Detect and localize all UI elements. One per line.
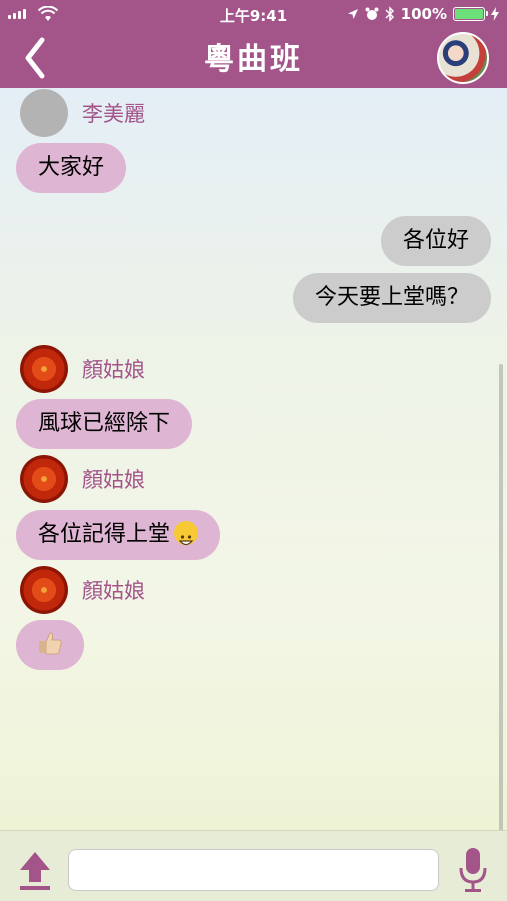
- sender-name: 顏姑娘: [82, 579, 145, 603]
- alarm-icon: [365, 7, 379, 20]
- sender-name: 顏姑娘: [82, 358, 145, 382]
- location-icon: [347, 9, 358, 19]
- message-text: 各位記得上堂: [38, 522, 171, 547]
- battery-icon: [453, 7, 488, 21]
- message-text: 風球已經除下: [38, 411, 171, 436]
- battery-percent: 100%: [400, 5, 447, 23]
- microphone-icon[interactable]: [458, 846, 488, 894]
- bluetooth-icon: [385, 6, 394, 22]
- thumbs-up-emoji: [39, 632, 62, 655]
- incoming-message-bubble[interactable]: 各位記得上堂: [16, 510, 221, 560]
- incoming-message-bubble[interactable]: [16, 620, 84, 670]
- top-bar: 上午9:41 100% 粵曲班: [0, 0, 507, 88]
- sender-row: 顏姑娘: [20, 455, 145, 503]
- group-avatar[interactable]: [437, 32, 489, 84]
- message-input[interactable]: [68, 849, 439, 891]
- incoming-message-bubble[interactable]: 風球已經除下: [16, 399, 193, 449]
- scrollbar[interactable]: [499, 364, 503, 830]
- status-bar: 上午9:41 100%: [0, 0, 507, 30]
- avatar[interactable]: [20, 345, 68, 393]
- avatar[interactable]: [20, 89, 68, 137]
- sender-row: 李美麗: [20, 89, 145, 137]
- incoming-message-bubble[interactable]: 大家好: [16, 143, 127, 193]
- chat-area[interactable]: 李美麗 大家好 各位好 今天要上堂嗎？ 顏姑娘 風球已經除下 顏姑娘 各位記得上…: [0, 88, 507, 830]
- chat-title: 粵曲班: [204, 42, 303, 77]
- message-text: 各位好: [402, 228, 469, 253]
- sender-row: 顏姑娘: [20, 566, 145, 614]
- upload-icon[interactable]: [17, 848, 53, 892]
- outgoing-message-bubble[interactable]: 各位好: [380, 216, 491, 266]
- message-text: 大家好: [38, 155, 105, 180]
- sender-row: 顏姑娘: [20, 345, 145, 393]
- outgoing-message-bubble[interactable]: 今天要上堂嗎？: [292, 273, 491, 323]
- avatar[interactable]: [20, 566, 68, 614]
- sender-name: 顏姑娘: [82, 468, 145, 492]
- sender-name: 李美麗: [82, 102, 145, 126]
- message-text: 今天要上堂嗎？: [314, 285, 469, 310]
- charging-icon: [491, 7, 499, 21]
- avatar[interactable]: [20, 455, 68, 503]
- grinning-face-emoji: [174, 521, 199, 546]
